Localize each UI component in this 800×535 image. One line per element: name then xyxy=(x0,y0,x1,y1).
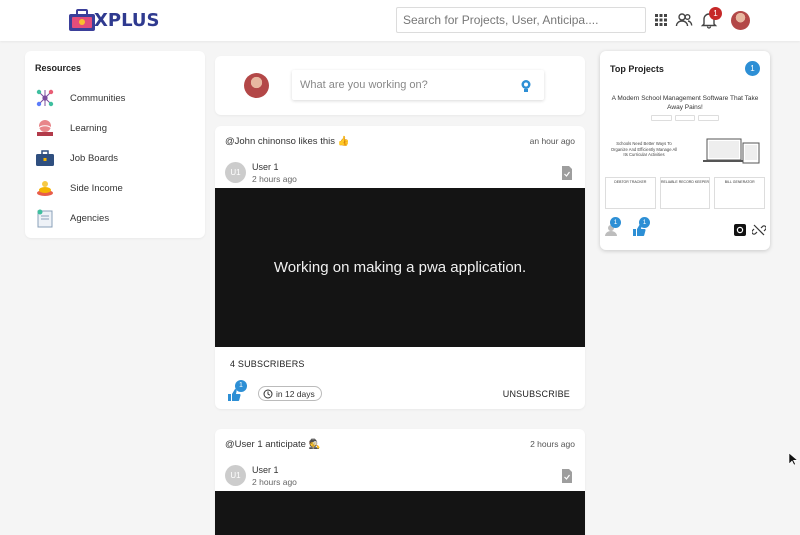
document-icon[interactable] xyxy=(561,469,573,483)
user-name[interactable]: User 1 xyxy=(252,465,279,475)
resource-item-side-income[interactable]: Side Income xyxy=(25,174,205,202)
document-icon[interactable] xyxy=(561,166,573,180)
project-thumb-heading: A Modern School Management Software That… xyxy=(611,95,759,111)
logo[interactable]: XPLUS xyxy=(68,8,159,32)
post-activity: @User 1 anticipate 🕵 xyxy=(225,439,321,450)
subscriber-count-badge: 1 xyxy=(610,217,621,228)
post-time: 2 hours ago xyxy=(530,439,575,449)
user-avatar[interactable]: U1 xyxy=(225,162,246,183)
thumb-feature-cards: DEBTOR TRACKER RELIABLE RECORD KEEPER BI… xyxy=(605,177,766,209)
link-off-icon[interactable] xyxy=(752,223,766,237)
project-thumb-subtitle: Schools Need Better Ways To Organize And… xyxy=(610,141,678,157)
post-activity: @John chinonso likes this 👍 xyxy=(225,136,350,147)
resources-panel: Resources Communities Learning Job Board… xyxy=(25,51,205,238)
resource-label: Side Income xyxy=(70,182,123,194)
resource-item-job-boards[interactable]: Job Boards xyxy=(25,144,205,172)
user-post-time: 2 hours ago xyxy=(252,477,297,487)
thumb-button-row xyxy=(651,115,720,121)
composer-card xyxy=(215,56,585,115)
resource-item-communities[interactable]: Communities xyxy=(25,84,205,112)
logo-text: XPLUS xyxy=(94,9,160,31)
user-post-time: 2 hours ago xyxy=(252,174,297,184)
thumb-card: BILL GENERATOR xyxy=(714,177,766,209)
user-name[interactable]: User 1 xyxy=(252,162,279,172)
resource-label: Agencies xyxy=(70,212,110,224)
feed-post: @John chinonso likes this 👍 an hour ago … xyxy=(215,126,585,409)
agencies-icon xyxy=(37,209,53,228)
search-input[interactable] xyxy=(396,7,646,33)
resource-label: Communities xyxy=(70,92,126,104)
composer-avatar xyxy=(244,73,269,98)
like-count-badge: 1 xyxy=(639,217,650,228)
post-media[interactable] xyxy=(215,491,585,535)
briefcase-icon xyxy=(36,150,54,166)
resource-label: Job Boards xyxy=(70,152,119,164)
thumb-card: RELIABLE RECORD KEEPER xyxy=(659,177,711,209)
briefcase-logo-icon xyxy=(69,9,95,31)
like-button[interactable]: 1 xyxy=(227,380,247,404)
project-thumbnail[interactable]: A Modern School Management Software That… xyxy=(603,89,767,211)
side-income-icon xyxy=(37,181,53,196)
subscriber-count: 4 SUBSCRIBERS xyxy=(230,359,305,369)
notification-badge: 1 xyxy=(709,7,722,20)
learning-icon xyxy=(37,120,53,136)
user-avatar[interactable]: U1 xyxy=(225,465,246,486)
top-projects-count-badge: 1 xyxy=(745,61,760,76)
top-header: XPLUS 1 xyxy=(0,0,800,41)
deadline-text: in 12 days xyxy=(276,388,315,399)
resources-title: Resources xyxy=(35,63,82,73)
clock-icon xyxy=(263,389,273,398)
post-media-text: Working on making a pwa application. xyxy=(273,259,527,276)
lightbulb-icon[interactable] xyxy=(520,79,532,93)
github-icon[interactable] xyxy=(734,224,746,236)
devices-illustration xyxy=(703,138,760,164)
like-count-badge: 1 xyxy=(235,380,247,392)
composer-input[interactable] xyxy=(292,70,544,100)
users-icon[interactable] xyxy=(675,11,693,29)
top-projects-title: Top Projects xyxy=(610,64,664,74)
communities-icon xyxy=(36,89,54,107)
top-projects-panel: Top Projects 1 A Modern School Managemen… xyxy=(600,51,770,250)
profile-avatar[interactable] xyxy=(731,11,750,30)
post-time: an hour ago xyxy=(529,136,575,146)
unsubscribe-button[interactable]: UNSUBSCRIBE xyxy=(503,389,570,399)
resource-label: Learning xyxy=(70,122,107,134)
apps-grid-icon[interactable] xyxy=(652,11,670,29)
feed-post: @User 1 anticipate 🕵 2 hours ago U1 User… xyxy=(215,429,585,535)
thumb-card: DEBTOR TRACKER xyxy=(605,177,656,209)
resource-item-learning[interactable]: Learning xyxy=(25,114,205,142)
resource-item-agencies[interactable]: Agencies xyxy=(25,204,205,232)
post-media[interactable]: Working on making a pwa application. xyxy=(215,188,585,347)
mouse-cursor-icon xyxy=(788,452,798,466)
deadline-chip: in 12 days xyxy=(258,386,322,401)
